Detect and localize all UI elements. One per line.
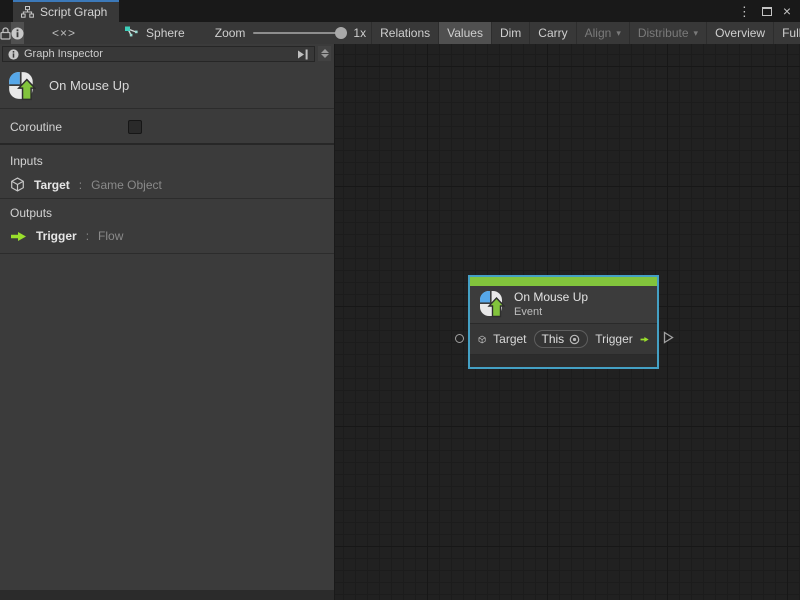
output-type: Flow xyxy=(98,229,123,243)
window-menu-icon[interactable]: ⋮ xyxy=(738,5,751,18)
input-type: Game Object xyxy=(91,178,162,192)
graph-toolbar: <×> Sphere Zoom 1x Relations Values Dim … xyxy=(0,22,800,44)
node-footer xyxy=(470,355,657,367)
node-header[interactable]: On Mouse Up Event xyxy=(470,286,657,323)
values-button[interactable]: Values xyxy=(438,22,491,44)
output-row-trigger: Trigger : Flow xyxy=(10,229,324,243)
node-target-label: Target xyxy=(493,332,526,346)
dim-label: Dim xyxy=(500,26,521,40)
relations-label: Relations xyxy=(380,26,430,40)
coroutine-label: Coroutine xyxy=(10,120,128,134)
mouse-up-icon xyxy=(8,71,36,101)
overview-label: Overview xyxy=(715,26,765,40)
node-ports-row: Target This Trigger xyxy=(470,323,657,355)
node-input-port[interactable] xyxy=(455,334,464,343)
main-area: On Mouse Up Event Target This Trigger xyxy=(0,44,800,600)
view-buttons: Relations Values Dim Carry Align ▾ Distri… xyxy=(371,22,800,44)
zoom-value: 1x xyxy=(353,26,366,40)
zoom-control: Zoom 1x xyxy=(215,22,366,44)
maximize-icon[interactable] xyxy=(762,7,772,16)
coroutine-checkbox[interactable] xyxy=(128,120,142,134)
values-label: Values xyxy=(447,26,483,40)
outputs-header: Outputs xyxy=(10,206,324,220)
object-picker-icon[interactable] xyxy=(569,334,580,345)
inputs-section: Inputs Target : Game Object xyxy=(0,147,334,199)
node-event-color-bar xyxy=(470,277,657,286)
graph-inspector-title: Graph Inspector xyxy=(24,48,103,60)
flow-arrow-icon xyxy=(640,334,649,345)
panel-scroll-spinner[interactable] xyxy=(318,46,331,61)
inspector-unit-title: On Mouse Up xyxy=(49,78,129,93)
zoom-slider[interactable] xyxy=(253,32,345,34)
scroll-down-icon[interactable] xyxy=(321,54,329,58)
coroutine-row: Coroutine xyxy=(0,110,334,145)
dropdown-arrow-icon: ▾ xyxy=(616,28,621,39)
mouse-up-icon xyxy=(479,290,505,318)
carry-label: Carry xyxy=(538,26,567,40)
game-object-icon xyxy=(10,177,25,192)
flow-arrow-icon xyxy=(10,231,27,242)
tab-script-graph[interactable]: Script Graph xyxy=(13,0,119,22)
input-name: Target xyxy=(34,178,70,192)
target-value-chip[interactable]: This xyxy=(534,330,589,348)
inputs-header: Inputs xyxy=(10,154,324,168)
script-graph-icon xyxy=(21,6,34,18)
info-icon xyxy=(8,49,19,60)
node-output-port[interactable] xyxy=(663,331,674,344)
graph-inspector-header[interactable]: Graph Inspector xyxy=(2,46,315,62)
graph-asset-icon xyxy=(124,26,139,40)
type-separator: : xyxy=(79,178,82,192)
align-label: Align xyxy=(585,26,612,40)
distribute-label: Distribute xyxy=(638,26,689,40)
lock-icon xyxy=(0,27,11,40)
align-button[interactable]: Align ▾ xyxy=(576,22,629,44)
tab-label: Script Graph xyxy=(40,5,107,19)
type-separator: : xyxy=(86,229,89,243)
dropdown-arrow-icon: ▾ xyxy=(694,28,699,39)
input-row-target: Target : Game Object xyxy=(10,177,324,192)
overview-button[interactable]: Overview xyxy=(706,22,773,44)
relations-button[interactable]: Relations xyxy=(371,22,438,44)
game-object-icon xyxy=(478,332,486,347)
inspector-bottom-strip xyxy=(0,590,335,600)
zoom-label: Zoom xyxy=(215,26,246,40)
dim-button[interactable]: Dim xyxy=(491,22,529,44)
target-value: This xyxy=(542,332,565,346)
inspector-toggle-button[interactable] xyxy=(11,22,24,44)
node-title: On Mouse Up xyxy=(514,290,588,304)
window-controls: ⋮ × xyxy=(738,0,800,22)
graph-owner-label: Sphere xyxy=(146,26,185,40)
outputs-section: Outputs Trigger : Flow xyxy=(0,199,334,254)
output-name: Trigger xyxy=(36,229,77,243)
scroll-up-icon[interactable] xyxy=(321,49,329,53)
graph-owner-reference[interactable]: Sphere xyxy=(118,22,191,44)
carry-button[interactable]: Carry xyxy=(529,22,575,44)
window-tab-bar: Script Graph ⋮ × xyxy=(0,0,800,22)
code-icon: <×> xyxy=(52,26,76,40)
inspector-unit-title-row: On Mouse Up xyxy=(0,63,334,109)
on-mouse-up-node[interactable]: On Mouse Up Event Target This Trigger xyxy=(468,275,659,369)
close-icon[interactable]: × xyxy=(783,4,791,18)
lock-button[interactable] xyxy=(0,22,11,44)
node-trigger-label: Trigger xyxy=(595,332,633,346)
distribute-button[interactable]: Distribute ▾ xyxy=(629,22,706,44)
zoom-slider-knob[interactable] xyxy=(335,27,347,39)
full-screen-label: Full Screen xyxy=(782,26,800,40)
graph-inspector-panel: Graph Inspector On Mouse Up C xyxy=(0,44,335,590)
code-preview-button[interactable]: <×> xyxy=(46,22,82,44)
node-titles: On Mouse Up Event xyxy=(514,290,588,318)
full-screen-button[interactable]: Full Screen xyxy=(773,22,800,44)
node-subtitle: Event xyxy=(514,306,588,318)
dock-panel-icon[interactable] xyxy=(297,49,309,60)
info-icon xyxy=(11,27,24,40)
